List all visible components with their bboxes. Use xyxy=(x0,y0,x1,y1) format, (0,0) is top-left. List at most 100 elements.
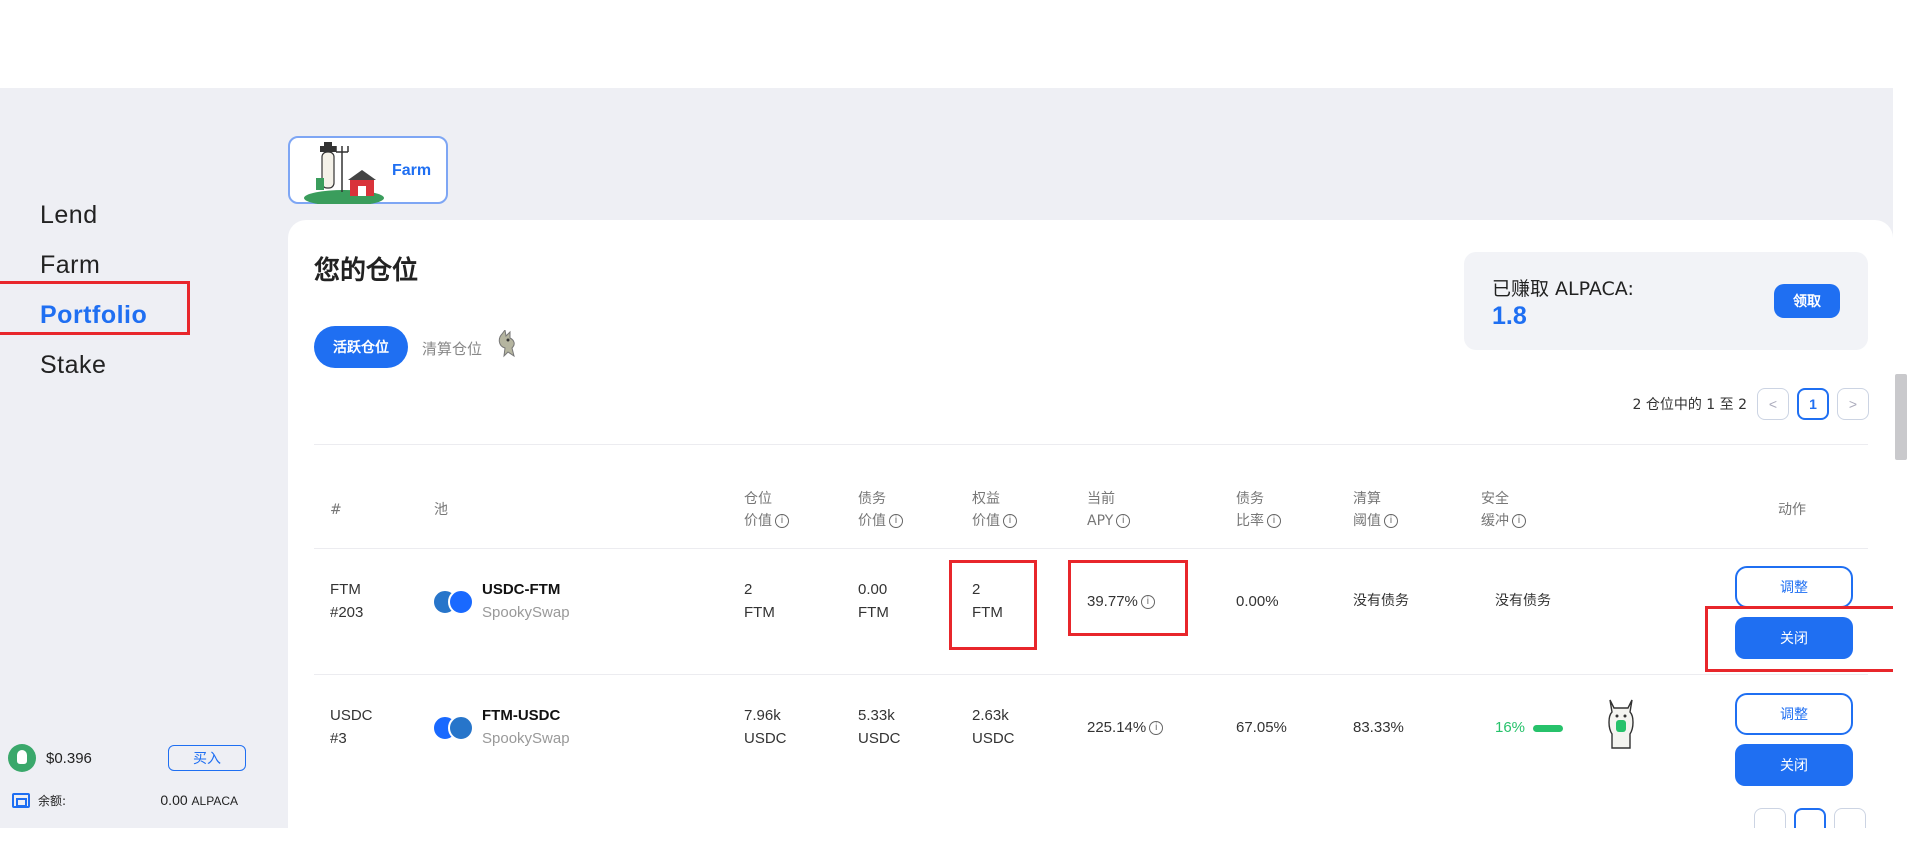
info-icon[interactable]: i xyxy=(1116,514,1131,528)
header-position-value: 仓位 价值 i xyxy=(744,488,789,532)
info-icon[interactable]: i xyxy=(1003,514,1017,528)
wallet-balance: 余额: 0.00 ALPACA xyxy=(12,788,238,812)
header-equity-value-line1: 权益 xyxy=(972,491,1000,507)
info-icon[interactable]: i xyxy=(1512,514,1526,528)
tab-active-positions[interactable]: 活跃仓位 xyxy=(314,326,408,368)
wallet-icon xyxy=(12,792,30,808)
header-equity-value: 权益 价值 i xyxy=(972,488,1017,532)
header-debt-ratio: 债务 比率 i xyxy=(1236,488,1281,532)
info-icon[interactable]: i xyxy=(1149,721,1164,736)
scrollbar-thumb[interactable] xyxy=(1895,374,1907,460)
info-icon[interactable]: i xyxy=(1267,514,1281,528)
position-value: 2 FTM xyxy=(744,578,775,624)
pagination: 2 仓位中的 1 至 2 < 1 > xyxy=(1632,388,1869,420)
header-equity-value-line2: 价值 i xyxy=(972,510,1017,532)
header-liquidation-line1: 清算 xyxy=(1353,491,1381,507)
pair-dex: SpookySwap xyxy=(482,604,570,621)
header-position-value-line1: 仓位 xyxy=(744,491,772,507)
adjust-button[interactable]: 调整 xyxy=(1735,566,1853,608)
header-safety-line2: 缓冲 i xyxy=(1481,510,1526,532)
header-debt-ratio-line1: 债务 xyxy=(1236,491,1264,507)
pool-pair[interactable]: USDC-FTM SpookySwap xyxy=(482,578,570,624)
safety-buffer: 16% xyxy=(1495,716,1564,739)
nav-lend[interactable]: Lend xyxy=(40,190,147,240)
header-text: 比率 xyxy=(1236,513,1264,529)
header-text: 价值 xyxy=(744,513,772,529)
position-number: #203 xyxy=(330,604,364,621)
next-page-button[interactable]: > xyxy=(1837,388,1869,420)
header-text: 价值 xyxy=(972,513,1000,529)
header-num: # xyxy=(330,502,342,518)
header-current-apy: 当前 APY i xyxy=(1087,488,1131,532)
highlight-box-portfolio xyxy=(0,281,190,335)
value-unit: FTM xyxy=(744,604,775,621)
info-icon[interactable]: i xyxy=(889,514,903,528)
debt-ratio: 67.05% xyxy=(1236,719,1287,736)
current-page-button-bottom[interactable] xyxy=(1794,808,1826,828)
farm-tab[interactable]: Farm xyxy=(288,136,448,204)
pair-dex: SpookySwap xyxy=(482,730,570,747)
balance-amount: 0.00 xyxy=(160,792,188,808)
alpaca-ghost-icon xyxy=(498,330,515,358)
adjust-button[interactable]: 调整 xyxy=(1735,693,1853,735)
current-apy: 225.14% i xyxy=(1087,716,1164,739)
portfolio-card: 您的仓位 活跃仓位 清算仓位 已赚取 ALPACA: 1.8 领取 2 仓位中的… xyxy=(288,220,1893,828)
highlight-box-equity xyxy=(949,560,1037,650)
earned-value: 1.8 xyxy=(1492,302,1527,330)
header-safety-buffer: 安全 缓冲 i xyxy=(1481,488,1526,532)
close-button[interactable]: 关闭 xyxy=(1735,744,1853,786)
balance-value: 0.00 ALPACA xyxy=(160,792,238,808)
prev-page-button[interactable]: < xyxy=(1757,388,1789,420)
tab-liquidated-positions[interactable]: 清算仓位 xyxy=(422,338,482,359)
farmer-alpaca-icon xyxy=(304,142,384,204)
info-icon[interactable]: i xyxy=(1384,514,1398,528)
highlight-box-apy xyxy=(1068,560,1188,636)
farm-tab-label: Farm xyxy=(392,162,432,179)
position-number: #3 xyxy=(330,730,347,747)
balance-unit: ALPACA xyxy=(191,794,238,808)
header-text: 阈值 xyxy=(1353,513,1381,529)
claim-button[interactable]: 领取 xyxy=(1774,284,1840,318)
next-page-button-bottom[interactable] xyxy=(1834,808,1866,828)
safety-buffer: 没有债务 xyxy=(1495,593,1551,609)
alpaca-coin-icon xyxy=(8,744,36,772)
header-liquidation-line2: 阈值 i xyxy=(1353,510,1398,532)
position-id: FTM #203 xyxy=(330,578,363,624)
app-background: Lend Farm Portfolio Stake $0.396 买入 余额: … xyxy=(0,88,1893,828)
balance-label: 余额: xyxy=(38,793,67,808)
liquidation-threshold: 83.33% xyxy=(1353,719,1404,736)
header-safety-line1: 安全 xyxy=(1481,491,1509,507)
value-unit: USDC xyxy=(744,730,787,747)
nav-stake[interactable]: Stake xyxy=(40,340,147,390)
header-position-value-line2: 价值 i xyxy=(744,510,789,532)
header-debt-value-line2: 价值 i xyxy=(858,510,903,532)
safety-bar xyxy=(1533,724,1564,732)
apy-value: 225.14% xyxy=(1087,719,1147,736)
row-divider xyxy=(314,674,1868,675)
pool-pair[interactable]: FTM-USDC SpookySwap xyxy=(482,704,570,750)
position-value: 7.96k USDC xyxy=(744,704,787,750)
pair-token-icons xyxy=(432,589,476,617)
prev-page-button-bottom[interactable] xyxy=(1754,808,1786,828)
liquidation-threshold: 没有债务 xyxy=(1353,593,1409,609)
header-debt-value-line1: 债务 xyxy=(858,491,886,507)
header-text: APY xyxy=(1087,513,1114,529)
value-amount: 0.00 xyxy=(858,581,888,598)
page-title: 您的仓位 xyxy=(314,256,419,286)
row-divider xyxy=(314,548,1868,549)
info-icon[interactable]: i xyxy=(775,514,789,528)
debt-value: 5.33k USDC xyxy=(858,704,901,750)
header-pool: 池 xyxy=(434,502,448,518)
header-debt-value: 债务 价值 i xyxy=(858,488,903,532)
current-page-button[interactable]: 1 xyxy=(1797,388,1829,420)
bottom-area xyxy=(0,828,1907,868)
highlight-box-close xyxy=(1705,606,1893,672)
divider xyxy=(314,444,1868,445)
buy-button[interactable]: 买入 xyxy=(168,745,246,771)
alpaca-price: $0.396 买入 xyxy=(8,743,246,773)
value-amount: 2.63k xyxy=(972,707,1009,724)
debt-ratio: 0.00% xyxy=(1236,593,1279,610)
header-action: 动作 xyxy=(1778,502,1806,518)
value-unit: FTM xyxy=(858,604,889,621)
header-debt-ratio-line2: 比率 i xyxy=(1236,510,1281,532)
